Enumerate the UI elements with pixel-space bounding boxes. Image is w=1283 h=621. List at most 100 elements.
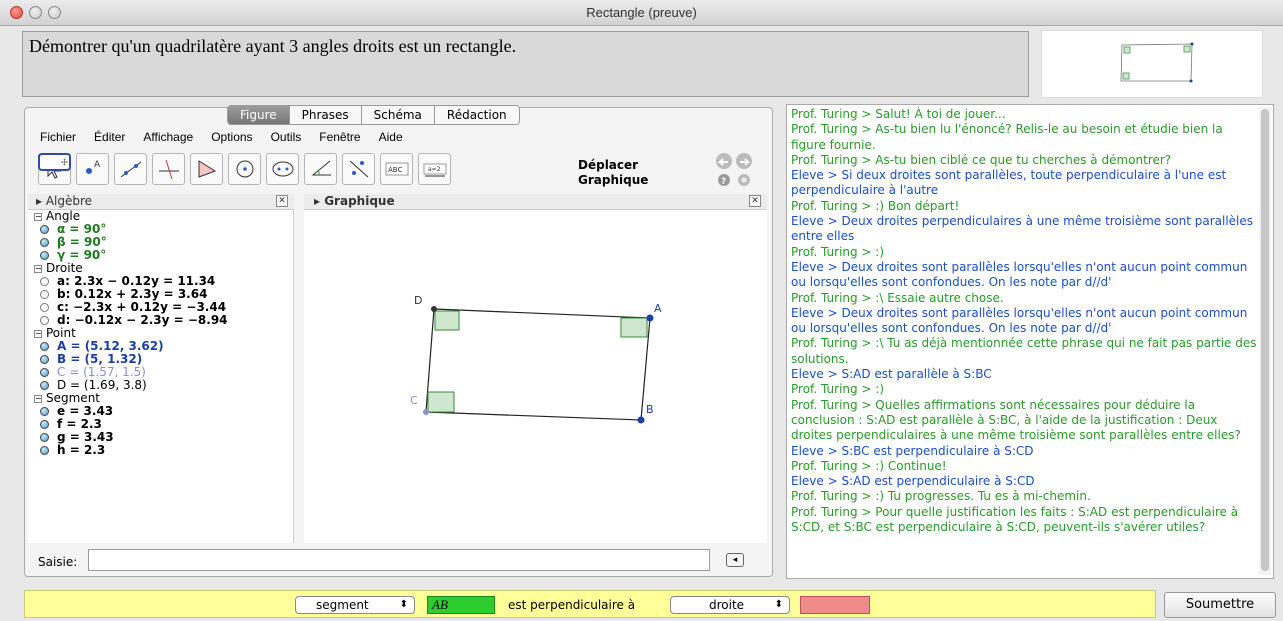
algebra-header: ▸ Algèbre ✕ — [28, 194, 294, 210]
circle-tool-button[interactable] — [228, 153, 261, 185]
polygon-tool-button[interactable] — [190, 153, 223, 185]
tutor-message: Prof. Turing > :) Continue! — [791, 458, 947, 473]
visible-toggle-icon[interactable] — [40, 225, 49, 234]
visible-toggle-icon[interactable] — [40, 277, 49, 286]
segment-value: h = 2.3 — [57, 443, 106, 457]
label-a: A — [654, 302, 662, 315]
text-abc-icon: ABC — [385, 162, 408, 176]
tool-help: Déplacer Graphique — [578, 158, 648, 188]
angle-icon — [311, 160, 331, 176]
collapse-triangle-icon[interactable]: ▸ — [36, 194, 46, 208]
perpendicular-line-icon — [158, 159, 179, 180]
point-a[interactable] — [646, 314, 654, 322]
input-label: Saisie: — [38, 555, 78, 569]
student-message: Eleve > S:AD est perpendiculaire à S:CD — [791, 474, 1035, 489]
visible-toggle-icon[interactable] — [40, 251, 49, 260]
point-d[interactable] — [431, 306, 437, 312]
visible-toggle-icon[interactable] — [40, 433, 49, 442]
visible-toggle-icon[interactable] — [40, 316, 49, 325]
menu-options[interactable]: Options — [211, 130, 252, 144]
submit-button[interactable]: Soumettre — [1164, 592, 1276, 618]
visible-toggle-icon[interactable] — [40, 303, 49, 312]
label-c: C — [410, 394, 418, 407]
quadrilateral[interactable] — [425, 308, 651, 421]
menu-fenetre[interactable]: Fenêtre — [319, 130, 360, 144]
visible-toggle-icon[interactable] — [40, 342, 49, 351]
line-tool-button[interactable] — [114, 153, 147, 185]
scroll-thumb[interactable] — [1261, 109, 1269, 571]
tab-redaction[interactable]: Rédaction — [434, 106, 519, 124]
updown-arrows-icon: ⬍ — [774, 599, 783, 610]
menu-fichier[interactable]: Fichier — [40, 130, 76, 144]
tab-phrases[interactable]: Phrases — [289, 106, 362, 124]
graphics-canvas[interactable]: D A B C — [304, 210, 767, 543]
close-graphics-icon[interactable]: ✕ — [749, 195, 761, 207]
figure-thumbnail[interactable] — [1041, 30, 1263, 98]
tab-figure[interactable]: Figure — [228, 106, 290, 124]
label-b: B — [646, 403, 654, 416]
slider-tool-button[interactable]: a=2 — [418, 153, 451, 185]
menu-affichage[interactable]: Affichage — [143, 130, 193, 144]
tutor-message: Prof. Turing > Salut! À toi de jouer... — [791, 107, 1006, 121]
tutor-message: Prof. Turing > :) Tu progresses. Tu es à… — [791, 489, 1091, 504]
move-graphics-icon — [61, 158, 68, 166]
chat-scrollbar[interactable] — [1259, 107, 1271, 575]
student-message: Eleve > Deux droites sont parallèles lor… — [791, 259, 1248, 290]
target-value-field[interactable] — [800, 596, 870, 614]
visible-toggle-icon[interactable] — [40, 420, 49, 429]
collapse-box-icon: − — [34, 393, 42, 403]
view-tabs: Figure Phrases Schéma Rédaction — [227, 105, 520, 125]
menu-bar: Fichier Éditer Affichage Options Outils … — [40, 130, 403, 144]
close-algebra-icon[interactable]: ✕ — [276, 195, 288, 207]
visible-toggle-icon[interactable] — [40, 446, 49, 455]
help-icon[interactable]: ? — [718, 174, 730, 187]
visible-toggle-icon[interactable] — [40, 407, 49, 416]
point-icon: A — [85, 160, 101, 174]
svg-text:A: A — [94, 160, 101, 170]
graphics-header: ▸ Graphique ✕ — [304, 194, 767, 210]
tutor-message: Prof. Turing > As-tu bien ciblé ce que t… — [791, 152, 1172, 167]
move-graphics-tool-button[interactable] — [38, 153, 71, 171]
tab-schema[interactable]: Schéma — [361, 106, 435, 124]
line-equation: d: −0.12x − 2.3y = −8.94 — [57, 313, 228, 327]
menu-aide[interactable]: Aide — [379, 130, 403, 144]
student-message: Eleve > S:AD est parallèle à S:BC — [791, 367, 992, 382]
visible-toggle-icon[interactable] — [40, 381, 49, 390]
visible-toggle-icon[interactable] — [40, 355, 49, 364]
point-tool-button[interactable]: A — [76, 153, 109, 185]
menu-outils[interactable]: Outils — [271, 130, 302, 144]
geometry-toolbar: A ABC a=2 — [38, 153, 451, 185]
student-message: Eleve > S:BC est perpendiculaire à S:CD — [791, 443, 1034, 458]
svg-text:?: ? — [721, 177, 726, 187]
conic-tool-button[interactable] — [266, 153, 299, 185]
visible-toggle-icon[interactable] — [40, 238, 49, 247]
point-b[interactable] — [637, 416, 645, 424]
input-help-button[interactable]: ◂ — [726, 553, 744, 567]
visible-toggle-icon[interactable] — [40, 368, 49, 377]
object-value-field[interactable]: AB — [427, 596, 495, 614]
student-message: Eleve > Deux droites perpendiculaires à … — [791, 214, 1253, 244]
point-c[interactable] — [423, 409, 429, 415]
tutor-message: Prof. Turing > :) — [791, 244, 885, 259]
collapse-box-icon: − — [34, 263, 42, 273]
collapse-triangle-icon[interactable]: ▸ — [314, 194, 324, 208]
angle-tool-button[interactable] — [304, 153, 337, 185]
perpendicular-tool-button[interactable] — [152, 153, 185, 185]
target-type-select[interactable]: droite ⬍ — [670, 596, 790, 614]
menu-editer[interactable]: Éditer — [94, 130, 125, 144]
reflection-icon — [349, 160, 368, 178]
settings-gear-icon[interactable] — [738, 174, 750, 186]
right-angle-marker — [434, 310, 460, 331]
segment-item[interactable]: h = 2.3 — [28, 444, 293, 457]
undo-icon[interactable] — [716, 153, 732, 169]
right-angle-marker — [620, 317, 648, 338]
reflect-tool-button[interactable] — [342, 153, 375, 185]
tutor-message: Prof. Turing > :) Bon départ! — [791, 198, 960, 213]
text-tool-button[interactable]: ABC — [380, 153, 413, 185]
relation-text: est perpendiculaire à — [508, 598, 636, 612]
redo-icon[interactable] — [736, 153, 752, 169]
input-bar[interactable] — [88, 549, 710, 571]
algebra-title: Algèbre — [45, 194, 93, 208]
object-type-select[interactable]: segment ⬍ — [295, 596, 415, 614]
visible-toggle-icon[interactable] — [40, 290, 49, 299]
